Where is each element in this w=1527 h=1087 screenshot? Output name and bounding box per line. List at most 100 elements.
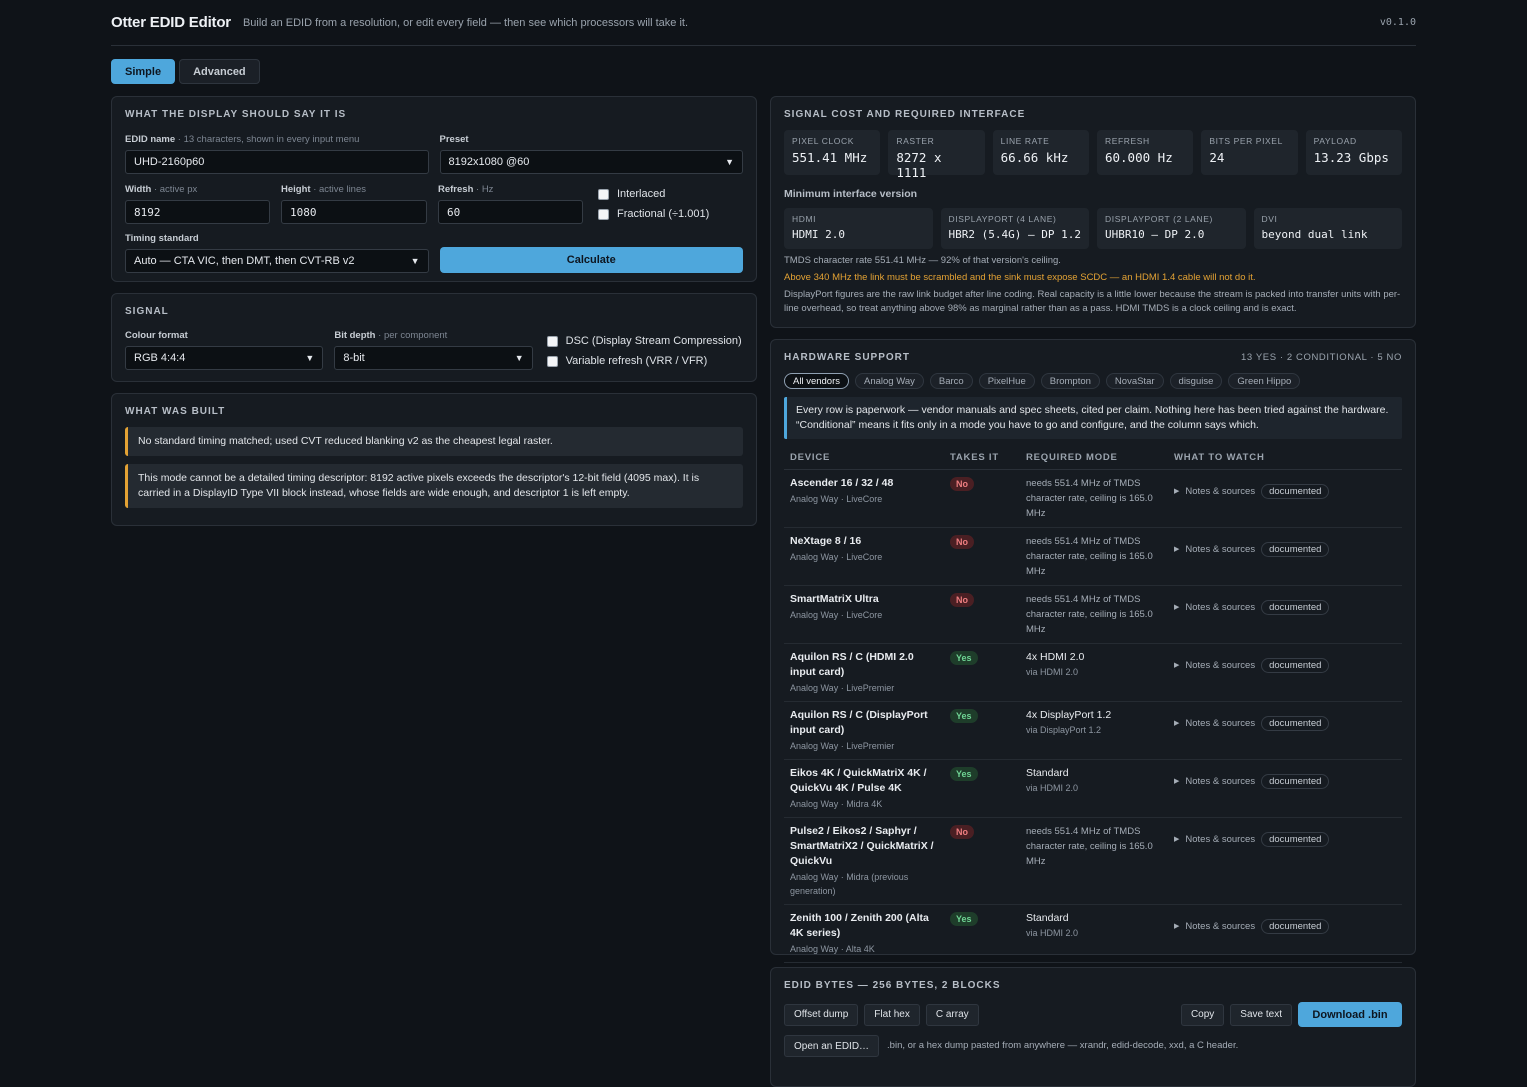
vendor-chip-pixelhue[interactable]: PixelHue: [978, 373, 1035, 389]
notes-sources-toggle[interactable]: ▶ Notes & sources documented: [1174, 918, 1396, 934]
download-bin-button[interactable]: Download .bin: [1298, 1002, 1402, 1027]
device-cell: NeXtage 8 / 16 Analog Way · LiveCore: [784, 527, 944, 586]
signal-panel: Signal Colour format RGB 4:4:4 ▼ Bit dept…: [111, 293, 757, 382]
status-badge: Yes: [950, 911, 978, 926]
edid-name-label: EDID name · 13 characters, shown in ever…: [125, 134, 360, 145]
notes-sources-toggle[interactable]: ▶ Notes & sources documented: [1174, 773, 1396, 789]
triangle-right-icon: ▶: [1174, 604, 1180, 611]
triangle-right-icon: ▶: [1174, 488, 1180, 495]
format-offset-dump-button[interactable]: Offset dump: [784, 1003, 859, 1026]
status-badge: Yes: [950, 650, 978, 665]
triangle-right-icon: ▶: [1174, 778, 1180, 785]
notes-sources-toggle[interactable]: ▶ Notes & sources documented: [1174, 599, 1396, 615]
metric-pixel-clock: Pixel clock 551.41 MHz: [784, 130, 881, 175]
chevron-down-icon: ▼: [305, 353, 315, 363]
interface-row: HDMI HDMI 2.0 DisplayPort (4 lane) HBR2 (5…: [784, 208, 1402, 249]
height-input[interactable]: 1080: [281, 200, 427, 224]
table-row: Pulse2 / Eikos2 / Saphyr / SmartMatriX2 …: [784, 817, 1402, 905]
colour-format-select[interactable]: RGB 4:4:4 ▼: [125, 346, 324, 370]
interface-dvi: DVI beyond dual link: [1253, 208, 1402, 249]
device-vendor: Analog Way · Midra 4K: [790, 798, 883, 809]
width-label: Width · active px: [125, 184, 198, 195]
vendor-chip-analog-way[interactable]: Analog Way: [855, 373, 924, 389]
device-vendor: Analog Way · LiveCore: [790, 493, 883, 504]
width-input[interactable]: 8192: [125, 200, 270, 224]
top-bar: Otter EDID Editor Build an EDID from a r…: [111, 0, 1416, 46]
takes-it-cell: No: [944, 817, 1020, 905]
required-mode-cell: needs 551.4 MHz of TMDS character rate, …: [1020, 817, 1168, 905]
documented-tag: documented: [1261, 715, 1330, 731]
vrr-checkbox[interactable]: Variable refresh (VRR / VFR): [546, 351, 743, 371]
documented-tag: documented: [1261, 831, 1330, 847]
checkbox-icon: [546, 355, 558, 367]
triangle-right-icon: ▶: [1174, 923, 1180, 930]
preset-select[interactable]: 8192x1080 @60 ▼: [439, 150, 743, 174]
notes-sources-toggle[interactable]: ▶ Notes & sources documented: [1174, 483, 1396, 499]
format-flat-hex-button[interactable]: Flat hex: [864, 1003, 920, 1026]
open-edid-button[interactable]: Open an EDID…: [784, 1035, 880, 1057]
vendor-chip-all[interactable]: All vendors: [784, 373, 849, 389]
required-mode-cell: needs 551.4 MHz of TMDS character rate, …: [1020, 469, 1168, 528]
notes-label: Notes & sources: [1185, 659, 1256, 671]
interface-dp-4lane: DisplayPort (4 lane) HBR2 (5.4G) — DP 1.2: [940, 208, 1089, 249]
tab-advanced[interactable]: Advanced: [179, 59, 260, 84]
required-mode-cell: Standard via HDMI 2.0: [1020, 759, 1168, 818]
vendor-chip-disguise[interactable]: disguise: [1169, 373, 1223, 389]
save-text-button[interactable]: Save text: [1230, 1003, 1292, 1026]
app-title: Otter EDID Editor: [111, 14, 231, 31]
device-name: Pulse2 / Eikos2 / Saphyr / SmartMatriX2 …: [790, 824, 934, 867]
required-mode-detail: needs 551.4 MHz of TMDS character rate, …: [1026, 477, 1153, 519]
checkbox-icon: [546, 335, 558, 347]
dsc-checkbox[interactable]: DSC (Display Stream Compression): [546, 331, 743, 351]
edid-name-input[interactable]: UHD-2160p60: [125, 150, 429, 174]
vendor-chip-brompton[interactable]: Brompton: [1040, 373, 1100, 389]
refresh-label: Refresh · Hz: [438, 184, 494, 195]
interlaced-checkbox[interactable]: Interlaced: [598, 184, 743, 204]
notes-label: Notes & sources: [1185, 485, 1256, 497]
notes-sources-toggle[interactable]: ▶ Notes & sources documented: [1174, 541, 1396, 557]
device-cell: Aquilon RS / C (DisplayPort input card) A…: [784, 701, 944, 760]
triangle-right-icon: ▶: [1174, 662, 1180, 669]
bytes-panel: EDID bytes — 256 bytes, 2 blocks Offset …: [770, 967, 1416, 1087]
signal-cost-title: Signal cost and required interface: [784, 109, 1026, 120]
documented-tag: documented: [1261, 599, 1330, 615]
notes-sources-toggle[interactable]: ▶ Notes & sources documented: [1174, 831, 1396, 847]
left-column: What the display should say it is EDID n…: [111, 96, 757, 526]
table-row: NeXtage 8 / 16 Analog Way · LiveCore No nee…: [784, 527, 1402, 586]
tab-simple[interactable]: Simple: [111, 59, 176, 84]
refresh-input[interactable]: 60: [438, 200, 583, 224]
status-badge: No: [950, 534, 974, 549]
format-c-array-button[interactable]: C array: [925, 1003, 979, 1026]
required-mode-detail: needs 551.4 MHz of TMDS character rate, …: [1026, 825, 1153, 867]
takes-it-cell: Yes: [944, 643, 1020, 702]
calculate-button[interactable]: Calculate: [439, 247, 743, 273]
device-name: NeXtage 8 / 16: [790, 534, 862, 547]
hardware-table: Device Takes it Required mode What to wa…: [784, 447, 1402, 963]
checkbox-icon: [598, 188, 609, 200]
timing-value: Auto — CTA VIC, then DMT, then CVT-RB v2: [134, 255, 355, 267]
vendor-chip-green-hippo[interactable]: Green Hippo: [1228, 373, 1301, 389]
notes-label: Notes & sources: [1185, 920, 1256, 932]
device-cell: Eikos 4K / QuickMatriX 4K / QuickVu 4K /…: [784, 759, 944, 818]
takes-it-cell: No: [944, 585, 1020, 644]
device-name: Aquilon RS / C (DisplayPort input card): [790, 708, 928, 736]
device-cell: Pulse2 / Eikos2 / Saphyr / SmartMatriX2 …: [784, 817, 944, 905]
metric-payload: Payload 13.23 Gbps: [1305, 130, 1402, 175]
display-panel-title: What the display should say it is: [125, 109, 347, 120]
device-cell: Ascender 16 / 32 / 48 Analog Way · LiveCo…: [784, 469, 944, 528]
timing-select[interactable]: Auto — CTA VIC, then DMT, then CVT-RB v2…: [125, 249, 429, 273]
hardware-table-body: Ascender 16 / 32 / 48 Analog Way · LiveCo…: [784, 469, 1402, 963]
status-badge: No: [950, 824, 974, 839]
built-note: No standard timing matched; used CVT red…: [125, 427, 743, 456]
documented-tag: documented: [1261, 918, 1330, 934]
notes-label: Notes & sources: [1185, 601, 1256, 613]
notes-sources-toggle[interactable]: ▶ Notes & sources documented: [1174, 657, 1396, 673]
bit-depth-select[interactable]: 8-bit ▼: [334, 346, 533, 370]
vendor-chip-barco[interactable]: Barco: [929, 373, 973, 389]
fractional-checkbox[interactable]: Fractional (÷1.001): [598, 204, 743, 224]
app-version: v0.1.0: [1379, 17, 1416, 28]
copy-button[interactable]: Copy: [1180, 1003, 1225, 1026]
vendor-chip-novastar[interactable]: NovaStar: [1105, 373, 1164, 389]
colour-format-label: Colour format: [125, 330, 188, 341]
notes-sources-toggle[interactable]: ▶ Notes & sources documented: [1174, 715, 1396, 731]
